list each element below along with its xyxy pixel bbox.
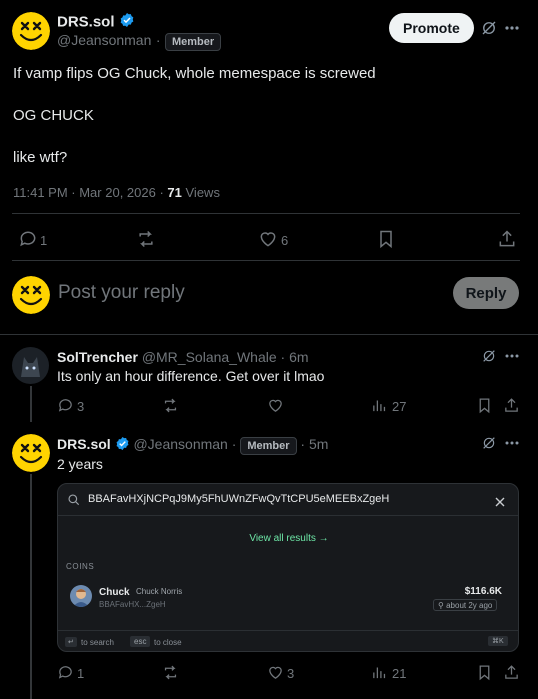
- separator-dot: ·: [155, 32, 161, 48]
- reply-author-name[interactable]: SolTrencher: [57, 349, 138, 365]
- promote-button[interactable]: Promote: [389, 13, 474, 43]
- coin-avatar-icon: [70, 585, 92, 607]
- smiley-avatar-icon: [12, 12, 50, 50]
- wolf-avatar-icon: [12, 347, 49, 384]
- search-input-row[interactable]: BBAFavHXjNCPqJ9My5FhUWnZFwQvTtCPU5eMEEBx…: [58, 484, 518, 516]
- shortcut-key: ⌘K: [488, 636, 508, 646]
- enter-key: ↵: [65, 637, 77, 647]
- coin-result-row[interactable]: Chuck Chuck Norris BBAFavHX...ZgeH $116.…: [66, 580, 512, 616]
- view-all-results-link[interactable]: View all results →: [58, 533, 518, 544]
- like-count: 6: [281, 233, 289, 248]
- reply-time[interactable]: · 6m: [281, 349, 309, 365]
- reply-author-name[interactable]: DRS.sol: [57, 436, 111, 452]
- views-count: 21: [392, 666, 407, 681]
- repost-icon[interactable]: [162, 397, 179, 419]
- reply-icon[interactable]: [57, 664, 74, 686]
- reply-count: 1: [77, 666, 85, 681]
- close-icon[interactable]: [495, 494, 505, 512]
- composer-avatar: [12, 276, 50, 314]
- pin-icon: ⚲: [438, 601, 447, 610]
- reply-author-handle[interactable]: @Jeansonman: [133, 436, 227, 452]
- like-count: 3: [287, 666, 295, 681]
- search-popup: BBAFavHXjNCPqJ9My5FhUWnZFwQvTtCPU5eMEEBx…: [57, 483, 519, 652]
- coin-price: $116.6K: [464, 586, 502, 597]
- smiley-avatar-icon: [12, 434, 50, 472]
- member-badge[interactable]: Member: [240, 437, 297, 455]
- author-handle-row: @Jeansonman · Member: [57, 32, 222, 51]
- thread-line: [30, 474, 32, 699]
- like-icon[interactable]: [258, 229, 278, 254]
- bookmark-icon[interactable]: [476, 664, 493, 686]
- coin-age-tag: ⚲ about 2y ago: [433, 599, 498, 611]
- bookmark-icon[interactable]: [476, 397, 493, 419]
- more-options-icon[interactable]: [504, 19, 520, 42]
- to-search-label: to search: [81, 638, 114, 647]
- verified-badge-icon: [115, 436, 130, 454]
- reply-header: DRS.sol @Jeansonman · Member · 5m: [57, 436, 328, 455]
- reply-text: 2 years: [57, 456, 103, 472]
- author-handle[interactable]: @Jeansonman: [57, 32, 151, 48]
- grok-icon[interactable]: [481, 348, 497, 369]
- author-name[interactable]: DRS.sol: [57, 14, 115, 31]
- divider: [0, 334, 538, 335]
- reply-button[interactable]: Reply: [453, 277, 519, 309]
- divider: [12, 260, 520, 261]
- coin-name: Chuck Norris: [136, 587, 183, 596]
- author-name-row: DRS.sol: [57, 12, 135, 33]
- more-options-icon[interactable]: [504, 435, 520, 456]
- reply-avatar[interactable]: [12, 347, 49, 384]
- repost-icon[interactable]: [136, 229, 156, 254]
- coin-symbol: Chuck: [99, 587, 130, 598]
- thread-line: [30, 386, 32, 422]
- author-avatar[interactable]: [12, 12, 50, 50]
- post-text: If vamp flips OG Chuck, whole memespace …: [13, 64, 376, 168]
- reply-input[interactable]: Post your reply: [58, 282, 438, 304]
- bookmark-icon[interactable]: [376, 229, 396, 254]
- reply-time[interactable]: · 5m: [300, 436, 328, 452]
- post-line: OG CHUCK: [13, 107, 94, 124]
- reply-avatar[interactable]: [12, 434, 50, 472]
- post-line: like wtf?: [13, 149, 68, 166]
- more-options-icon[interactable]: [504, 348, 520, 369]
- views-label: Views: [185, 185, 220, 200]
- coins-section-label: COINS: [66, 562, 95, 571]
- esc-key: esc: [130, 636, 151, 647]
- repost-icon[interactable]: [162, 664, 179, 686]
- verified-badge-icon: [119, 12, 135, 33]
- reply-author-handle[interactable]: @MR_Solana_Whale: [142, 349, 277, 365]
- share-icon[interactable]: [503, 397, 520, 419]
- reply-header: SolTrencher @MR_Solana_Whale · 6m: [57, 349, 309, 365]
- like-icon[interactable]: [267, 397, 284, 419]
- separator-dot: ·: [231, 436, 237, 452]
- to-close-label: to close: [154, 638, 182, 647]
- views-count: 71: [167, 185, 182, 200]
- reply-count: 1: [40, 233, 48, 248]
- divider: [12, 213, 520, 214]
- reply-count: 3: [77, 399, 85, 414]
- coin-age: about 2y ago: [446, 601, 493, 610]
- coin-address: BBAFavHX...ZgeH: [99, 600, 166, 609]
- search-icon: [67, 493, 81, 512]
- search-query[interactable]: BBAFavHXjNCPqJ9My5FhUWnZFwQvTtCPU5eMEEBx…: [88, 493, 389, 505]
- grok-icon[interactable]: [480, 19, 498, 42]
- post-line: If vamp flips OG Chuck, whole memespace …: [13, 65, 376, 82]
- like-icon[interactable]: [267, 664, 284, 686]
- reply-text: Its only an hour difference. Get over it…: [57, 368, 325, 384]
- post-timestamp[interactable]: 11:41 PM · Mar 20, 2026 ·: [13, 185, 164, 200]
- share-icon[interactable]: [503, 664, 520, 686]
- grok-icon[interactable]: [481, 435, 497, 456]
- popup-footer: ↵ to search esc to close ⌘K: [58, 630, 518, 651]
- reply-icon[interactable]: [18, 229, 38, 254]
- member-badge[interactable]: Member: [164, 33, 222, 51]
- post-meta: 11:41 PM · Mar 20, 2026 · 71 Views: [13, 185, 220, 200]
- share-icon[interactable]: [497, 229, 517, 254]
- views-icon[interactable]: [371, 397, 388, 419]
- reply-icon[interactable]: [57, 397, 74, 419]
- views-count: 27: [392, 399, 407, 414]
- smiley-avatar-icon: [12, 276, 50, 314]
- views-icon[interactable]: [371, 664, 388, 686]
